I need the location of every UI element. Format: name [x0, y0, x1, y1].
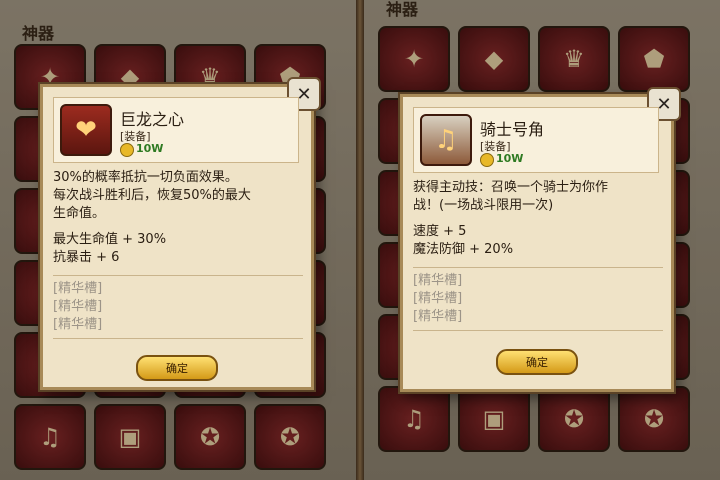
item-name: 骑士号角	[480, 120, 545, 139]
gem-slot: [精华槽]	[413, 291, 463, 306]
gem-slot: [精华槽]	[413, 309, 463, 324]
item-icon-frame: ❤	[60, 104, 112, 156]
knight-horn-icon: ♫	[434, 125, 458, 155]
divider	[53, 275, 303, 276]
divider	[413, 267, 663, 268]
item-price: 10W	[496, 152, 524, 165]
item-stats: 最大生命值 + 30% 抗暴击 + 6	[53, 232, 167, 265]
item-name: 巨龙之心	[120, 110, 185, 129]
gem-slot: [精华槽]	[413, 273, 463, 288]
item-description: 30%的概率抵抗一切负面效果。 每次战斗胜利后，恢复50%的最大 生命值。	[53, 170, 251, 221]
dragon-heart-icon: ❤	[75, 115, 97, 145]
divider	[356, 0, 364, 480]
item-header: ❤ 巨龙之心 [装备] 10W	[53, 97, 299, 163]
gem-slot: [精华槽]	[53, 317, 103, 332]
coin-icon	[120, 143, 134, 157]
confirm-button[interactable]: 确定	[496, 349, 578, 375]
item-icon-frame: ♫	[420, 114, 472, 166]
item-body: 获得主动技：召唤一个骑士为你作 战！(一场战斗限用一次) 速度 + 5 魔法防御…	[413, 179, 663, 335]
confirm-button[interactable]: 确定	[136, 355, 218, 381]
gem-slot: [精华槽]	[53, 281, 103, 296]
item-body: 30%的概率抵抗一切负面效果。 每次战斗胜利后，恢复50%的最大 生命值。 最大…	[53, 169, 303, 343]
item-header: ♫ 骑士号角 [装备] 10W	[413, 107, 659, 173]
coin-icon	[480, 153, 494, 167]
item-price: 10W	[136, 142, 164, 155]
item-detail-card: ✕ ♫ 骑士号角 [装备] 10W 获得主动技：召唤一个骑士为你作 战！(一场战…	[400, 87, 681, 392]
divider	[413, 330, 663, 331]
divider	[53, 338, 303, 339]
gem-slot: [精华槽]	[53, 299, 103, 314]
item-description: 获得主动技：召唤一个骑士为你作 战！(一场战斗限用一次)	[413, 180, 609, 213]
item-stats: 速度 + 5 魔法防御 + 20%	[413, 224, 514, 257]
item-detail-card: ✕ ❤ 巨龙之心 [装备] 10W 30%的概率抵抗一切负面效果。 每次战斗胜利…	[40, 77, 321, 390]
